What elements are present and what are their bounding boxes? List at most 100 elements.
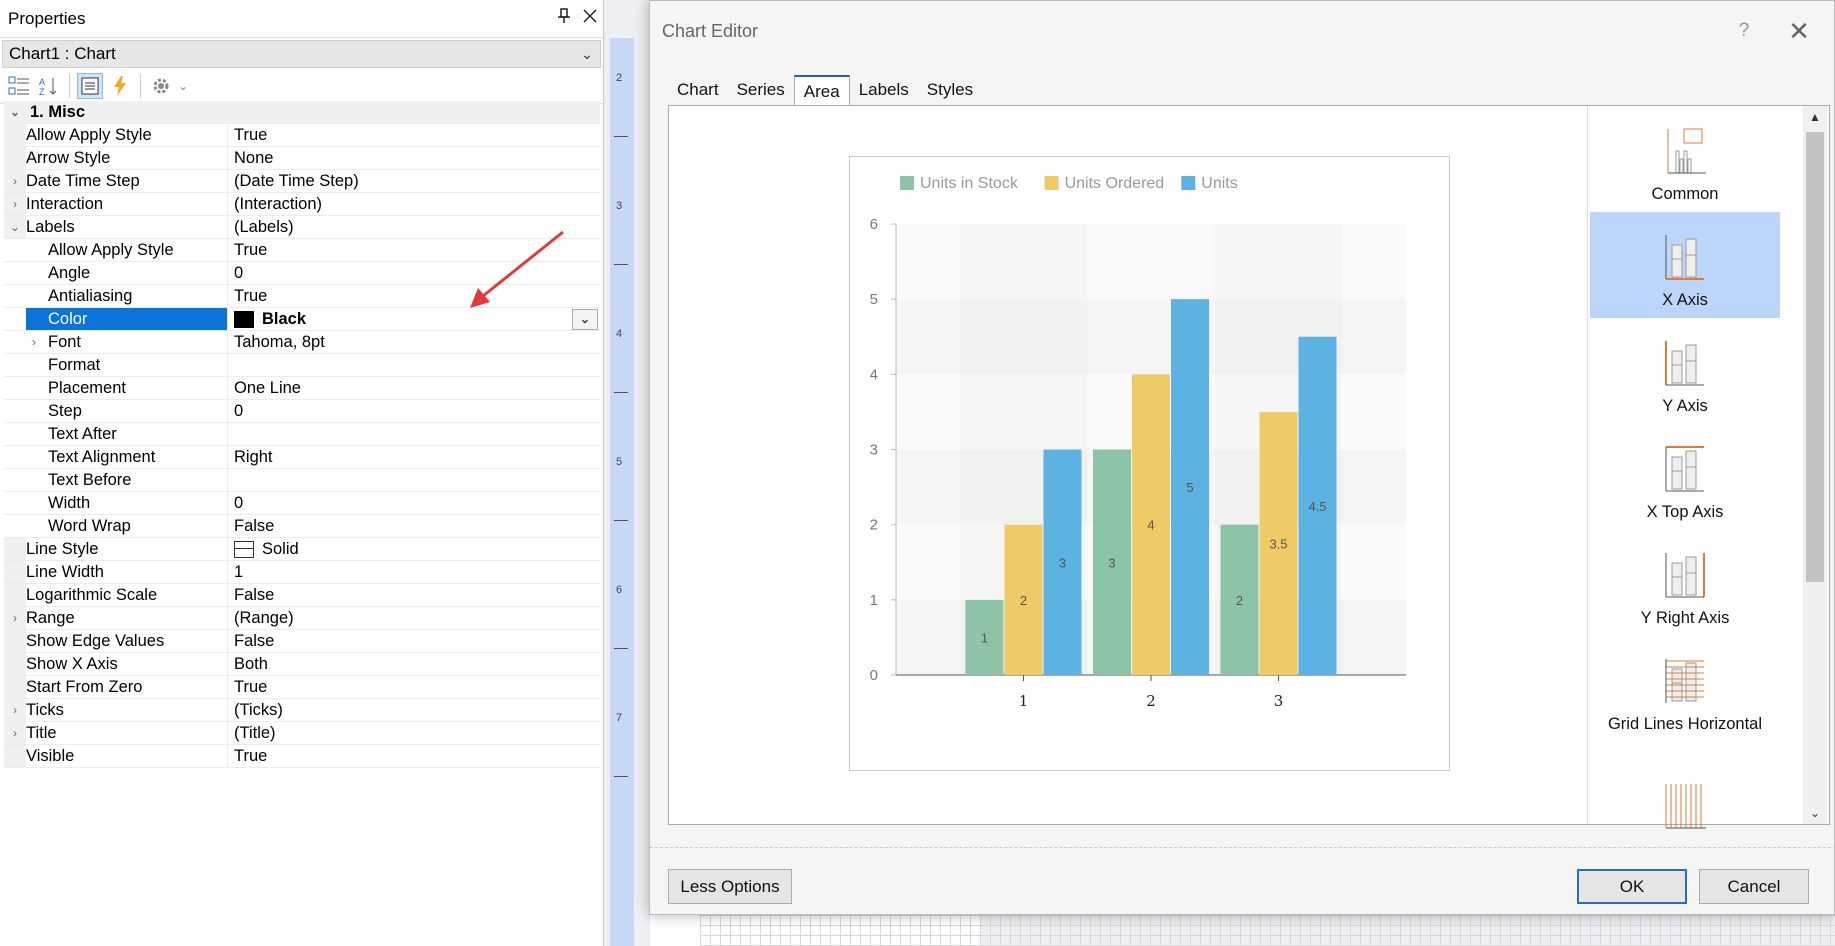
property-value[interactable]: False: [228, 515, 600, 537]
property-row[interactable]: Show X Axis Both: [4, 653, 600, 676]
property-row[interactable]: › Interaction (Interaction): [4, 193, 600, 216]
property-row[interactable]: Width 0: [4, 492, 600, 515]
property-row[interactable]: Line Style Solid: [4, 538, 600, 561]
property-name[interactable]: Text Alignment: [26, 446, 228, 468]
property-row[interactable]: Arrow Style None: [4, 147, 600, 170]
property-value[interactable]: One Line: [228, 377, 600, 399]
side-item-x-axis[interactable]: X Axis: [1590, 212, 1780, 318]
property-name[interactable]: Line Style: [26, 538, 228, 560]
side-item-grid-lines-vertical[interactable]: [1590, 742, 1780, 848]
property-row[interactable]: Text Before: [4, 469, 600, 492]
property-row[interactable]: Text After: [4, 423, 600, 446]
property-row[interactable]: › Date Time Step (Date Time Step): [4, 170, 600, 193]
property-name[interactable]: Angle: [26, 262, 228, 284]
property-name[interactable]: Text After: [26, 423, 228, 445]
close-icon[interactable]: [577, 8, 603, 29]
scroll-thumb[interactable]: [1806, 132, 1824, 582]
side-item-grid-lines-horizontal[interactable]: Grid Lines Horizontal: [1590, 636, 1780, 742]
expand-icon[interactable]: [4, 331, 26, 353]
less-options-button[interactable]: Less Options: [668, 869, 792, 904]
property-value[interactable]: [228, 469, 600, 491]
property-value[interactable]: True: [228, 124, 600, 146]
property-row[interactable]: › Title (Title): [4, 722, 600, 745]
property-value[interactable]: True: [228, 745, 600, 767]
expand-icon[interactable]: ›: [4, 193, 26, 215]
property-row[interactable]: › Font Tahoma, 8pt: [4, 331, 600, 354]
property-row[interactable]: Format: [4, 354, 600, 377]
property-value[interactable]: Right: [228, 446, 600, 468]
gear-icon[interactable]: [148, 73, 174, 99]
property-name[interactable]: Color: [26, 308, 228, 330]
dropdown-button[interactable]: ⌄: [572, 308, 598, 330]
property-name[interactable]: Line Width: [26, 561, 228, 583]
property-value[interactable]: Black ⌄: [228, 308, 600, 330]
tab-styles[interactable]: Styles: [918, 75, 982, 105]
close-icon[interactable]: ✕: [1764, 16, 1834, 47]
expand-icon[interactable]: ›: [4, 607, 26, 629]
property-name[interactable]: Antialiasing: [26, 285, 228, 307]
tab-chart[interactable]: Chart: [668, 75, 728, 105]
property-value[interactable]: Both: [228, 653, 600, 675]
property-row[interactable]: Angle 0: [4, 262, 600, 285]
property-name[interactable]: Logarithmic Scale: [26, 584, 228, 606]
cancel-button[interactable]: Cancel: [1699, 869, 1809, 904]
property-name[interactable]: Allow Apply Style: [26, 239, 228, 261]
property-value[interactable]: [228, 354, 600, 376]
categorized-icon[interactable]: [6, 73, 32, 99]
property-row[interactable]: Start From Zero True: [4, 676, 600, 699]
property-name[interactable]: Title: [26, 722, 228, 744]
tab-labels[interactable]: Labels: [850, 75, 918, 105]
property-name[interactable]: Width: [26, 492, 228, 514]
property-value[interactable]: True: [228, 285, 600, 307]
tab-series[interactable]: Series: [728, 75, 794, 105]
property-value[interactable]: (Ticks): [228, 699, 600, 721]
property-name[interactable]: Ticks: [26, 699, 228, 721]
property-row[interactable]: Antialiasing True: [4, 285, 600, 308]
property-value[interactable]: 1: [228, 561, 600, 583]
property-row[interactable]: Step 0: [4, 400, 600, 423]
property-value[interactable]: Tahoma, 8pt: [228, 331, 600, 353]
property-row[interactable]: › Ticks (Ticks): [4, 699, 600, 722]
tab-area[interactable]: Area: [793, 75, 850, 106]
property-value[interactable]: None: [228, 147, 600, 169]
category-row[interactable]: ⌄ 1. Misc: [4, 101, 600, 124]
chevron-down-icon[interactable]: ⌄: [178, 79, 188, 93]
property-row[interactable]: › Range (Range): [4, 607, 600, 630]
property-row[interactable]: ⌄ Labels (Labels): [4, 216, 600, 239]
property-name[interactable]: Word Wrap: [26, 515, 228, 537]
side-scrollbar[interactable]: ▲ ⌄: [1803, 106, 1827, 824]
property-name[interactable]: › Font: [26, 331, 228, 353]
help-icon[interactable]: ?: [1724, 20, 1764, 42]
property-value[interactable]: 0: [228, 262, 600, 284]
property-name[interactable]: Placement: [26, 377, 228, 399]
expand-icon[interactable]: ⌄: [4, 216, 26, 238]
property-name[interactable]: Date Time Step: [26, 170, 228, 192]
property-name[interactable]: Format: [26, 354, 228, 376]
property-name[interactable]: Show X Axis: [26, 653, 228, 675]
side-item-y-right-axis[interactable]: Y Right Axis: [1590, 530, 1780, 636]
events-lightning-icon[interactable]: [107, 73, 133, 99]
property-row[interactable]: Word Wrap False: [4, 515, 600, 538]
scroll-up-icon[interactable]: ▲: [1803, 110, 1827, 124]
property-row[interactable]: Logarithmic Scale False: [4, 584, 600, 607]
property-name[interactable]: Range: [26, 607, 228, 629]
property-name[interactable]: Labels: [26, 216, 228, 238]
expand-icon[interactable]: ›: [4, 722, 26, 744]
property-name[interactable]: Start From Zero: [26, 676, 228, 698]
property-row[interactable]: Line Width 1: [4, 561, 600, 584]
property-value[interactable]: (Range): [228, 607, 600, 629]
side-item-y-axis[interactable]: Y Axis: [1590, 318, 1780, 424]
expand-icon[interactable]: ›: [4, 170, 26, 192]
alphabetical-sort-icon[interactable]: AZ: [36, 73, 62, 99]
property-value[interactable]: (Labels): [228, 216, 600, 238]
property-value[interactable]: [228, 423, 600, 445]
property-pages-icon[interactable]: [77, 72, 103, 99]
property-name[interactable]: Arrow Style: [26, 147, 228, 169]
expand-icon[interactable]: ›: [4, 699, 26, 721]
side-item-common-chart[interactable]: Common: [1590, 106, 1780, 212]
pin-icon[interactable]: [551, 8, 577, 29]
property-value[interactable]: (Interaction): [228, 193, 600, 215]
property-value[interactable]: 0: [228, 492, 600, 514]
property-row[interactable]: Placement One Line: [4, 377, 600, 400]
property-row[interactable]: Allow Apply Style True: [4, 239, 600, 262]
